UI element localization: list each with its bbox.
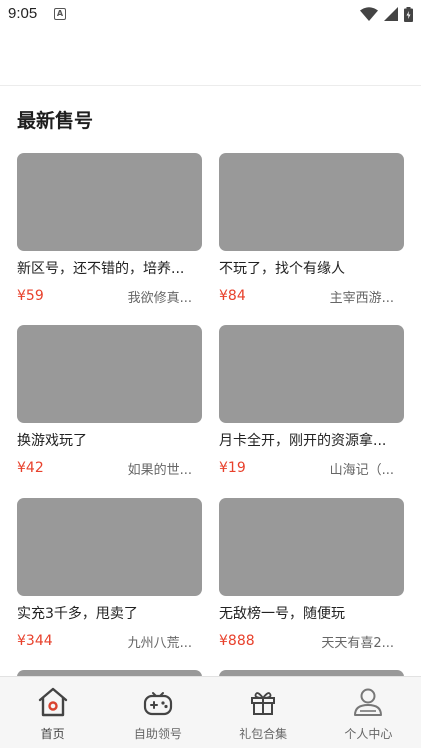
listing-seller: 天天有喜2... — [321, 635, 394, 651]
listing-price: ¥888 — [219, 633, 255, 649]
status-icons — [360, 6, 413, 22]
section-title: 最新售号 — [17, 110, 94, 132]
tab-label: 自助领号 — [133, 727, 182, 741]
listing-title: 无敌榜一号，随便玩 — [219, 606, 345, 622]
listing-card[interactable]: 月卡全开，刚开的资源拿... ¥19 山海记（... — [219, 325, 404, 478]
listing-title: 新区号，还不错的，培养... — [17, 261, 185, 277]
listing-price: ¥84 — [219, 288, 246, 304]
listing-seller: 主宰西游... — [329, 290, 394, 306]
header-area — [0, 28, 421, 86]
listing-image[interactable] — [219, 153, 404, 251]
status-bar: 9:05 A — [0, 0, 421, 28]
user-icon — [354, 688, 383, 716]
listing-price: ¥59 — [17, 288, 44, 304]
tab-self-service[interactable]: 自助领号 — [105, 677, 210, 748]
tab-label: 礼包合集 — [239, 727, 288, 741]
listing-card[interactable]: 新区号，还不错的，培养... ¥59 我欲修真... — [17, 153, 202, 306]
battery-icon — [404, 6, 413, 22]
listing-title: 月卡全开，刚开的资源拿... — [219, 433, 387, 449]
listing-seller: 如果的世... — [127, 462, 192, 478]
listing-seller: 山海记（... — [329, 462, 394, 478]
listing-image[interactable] — [219, 498, 404, 596]
listing-price: ¥344 — [17, 633, 53, 649]
gift-icon — [251, 692, 276, 715]
listing-image[interactable] — [219, 325, 404, 423]
listing-title: 实充3千多，甩卖了 — [17, 606, 138, 622]
listing-card[interactable]: 实充3千多，甩卖了 ¥344 九州八荒... — [17, 498, 202, 651]
listing-seller: 我欲修真... — [127, 290, 192, 306]
tab-gift-packs[interactable]: 礼包合集 — [211, 677, 316, 748]
listing-image[interactable] — [17, 153, 202, 251]
listing-seller: 九州八荒... — [127, 635, 192, 651]
signal-icon — [384, 7, 398, 21]
listing-price: ¥19 — [219, 460, 246, 476]
wifi-icon — [360, 7, 378, 21]
tab-profile[interactable]: 个人中心 — [316, 677, 421, 748]
home-icon — [38, 687, 67, 717]
listing-card[interactable]: 无敌榜一号，随便玩 ¥888 天天有喜2... — [219, 498, 404, 651]
listing-card[interactable]: 换游戏玩了 ¥42 如果的世... — [17, 325, 202, 478]
bottom-tab-bar: 首页 自助领号 礼包合集 个人中心 — [0, 676, 421, 748]
listing-title: 不玩了，找个有缘人 — [219, 261, 345, 277]
listing-image[interactable] — [17, 325, 202, 423]
gamepad-icon — [143, 692, 172, 716]
listing-card[interactable]: 不玩了，找个有缘人 ¥84 主宰西游... — [219, 153, 404, 306]
listing-price: ¥42 — [17, 460, 44, 476]
tab-label: 个人中心 — [344, 727, 393, 741]
listing-title: 换游戏玩了 — [17, 433, 87, 449]
status-time: 9:05 — [8, 5, 38, 22]
tab-home[interactable]: 首页 — [0, 677, 105, 748]
listing-image[interactable] — [17, 498, 202, 596]
accessibility-a-icon: A — [54, 8, 66, 20]
tab-label: 首页 — [40, 727, 65, 741]
